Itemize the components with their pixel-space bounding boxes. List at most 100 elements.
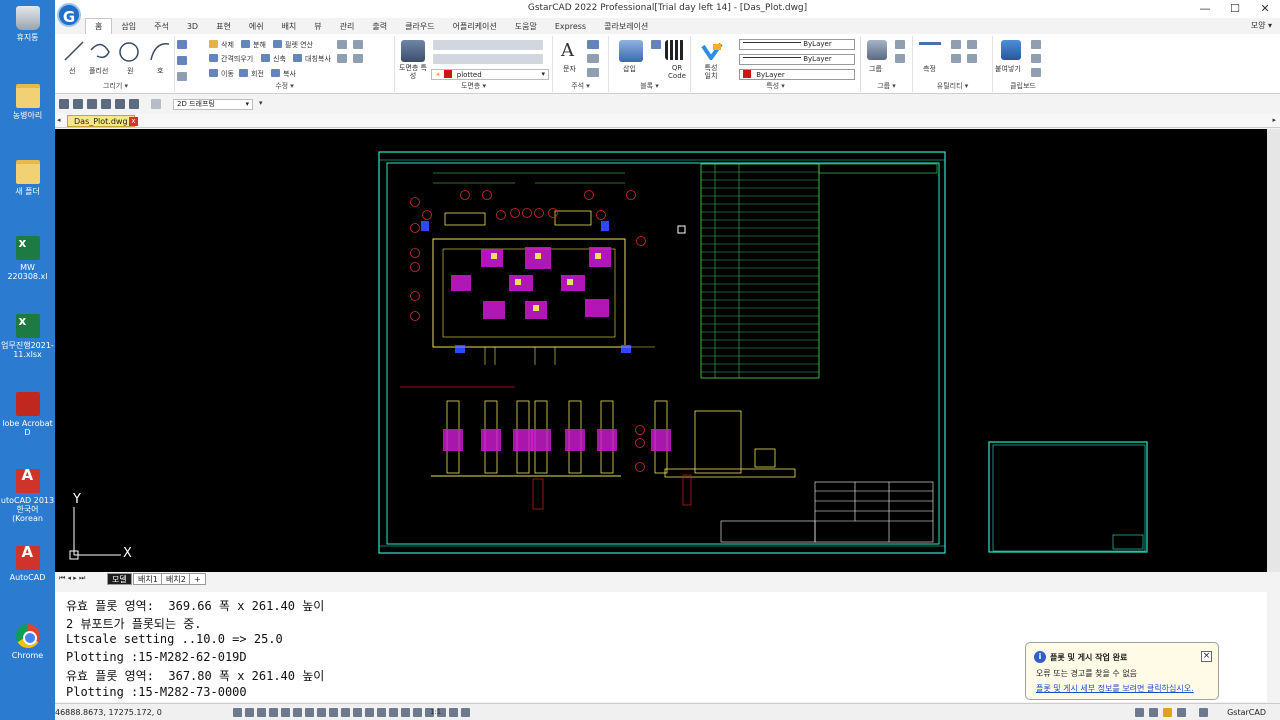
maximize-button[interactable]: ☐ xyxy=(1220,2,1250,16)
save-icon[interactable] xyxy=(87,99,97,109)
tab-4[interactable]: 표현 xyxy=(207,19,240,35)
qr-code-button[interactable]: QR Code xyxy=(665,64,689,80)
desktop-icon-folder-2[interactable]: 새 폴더 xyxy=(0,160,55,196)
lock-icon[interactable] xyxy=(1149,708,1158,717)
layer-select[interactable]: ☀ plotted ▾ xyxy=(431,69,549,80)
vertical-scrollbar[interactable] xyxy=(1267,129,1280,572)
annotation-panel-label[interactable]: 주석 ▾ xyxy=(553,81,608,91)
move-button[interactable]: 이동 xyxy=(221,69,234,79)
settings-icon[interactable] xyxy=(1135,708,1144,717)
groups-panel-label[interactable]: 그룹 ▾ xyxy=(861,81,912,91)
match-properties-button[interactable]: 특성 일치 xyxy=(701,64,721,80)
tab-scroll-left-icon[interactable]: ◂ xyxy=(57,116,61,124)
drafting-toggle-icon[interactable] xyxy=(305,708,314,717)
layout-nav-icon[interactable]: ⏮ ◂ ▸ ⏭ xyxy=(59,574,85,583)
document-tab[interactable]: Das_Plot.dwg xyxy=(67,115,135,127)
utilities-panel-label[interactable]: 유틸리티 ▾ xyxy=(913,81,992,91)
measure-button[interactable]: 측정 xyxy=(923,64,936,74)
drafting-toggle-icon[interactable] xyxy=(461,708,470,717)
close-notification-button[interactable]: × xyxy=(1201,651,1212,662)
offset-button[interactable]: 간격띄우기 xyxy=(221,54,253,64)
layers-panel-label[interactable]: 도면층 ▾ xyxy=(395,81,552,91)
undo-icon[interactable] xyxy=(129,99,139,109)
drafting-toggle-icon[interactable] xyxy=(269,708,278,717)
customize-qat-icon[interactable]: ▾ xyxy=(259,99,263,107)
save-as-icon[interactable] xyxy=(101,99,111,109)
tab-14[interactable]: 콜라보레이션 xyxy=(595,19,657,35)
drafting-toggle-icon[interactable] xyxy=(233,708,242,717)
drawing-canvas[interactable]: Y X xyxy=(55,129,1267,572)
notification-icon[interactable] xyxy=(1177,708,1186,717)
desktop-icon-recycle-bin[interactable]: 휴지통 xyxy=(0,6,55,42)
drafting-toggle-icon[interactable] xyxy=(281,708,290,717)
fillet-button[interactable]: 필렛 연산 xyxy=(285,40,313,50)
draw-panel-label[interactable]: 그리기 ▾ xyxy=(57,81,174,91)
explode-button[interactable]: 분해 xyxy=(253,40,266,50)
tab-10[interactable]: 클라우드 xyxy=(396,19,443,35)
polyline-button[interactable]: 폴리선 xyxy=(89,66,108,76)
mirror-button[interactable]: 대칭복사 xyxy=(305,54,331,64)
minimize-button[interactable]: — xyxy=(1190,2,1220,16)
drafting-toggle-icon[interactable] xyxy=(413,708,422,717)
tab-add-layout[interactable]: + xyxy=(189,573,206,585)
tab-layout1[interactable]: 배치1 xyxy=(133,573,163,585)
arc-button[interactable]: 호 xyxy=(157,66,163,76)
lineweight-select[interactable]: ByLayer xyxy=(739,69,855,80)
tab-6[interactable]: 배치 xyxy=(273,19,306,35)
drafting-toggle-icon[interactable] xyxy=(449,708,458,717)
drafting-toggle-icon[interactable] xyxy=(257,708,266,717)
tab-layout2[interactable]: 배치2 xyxy=(161,573,191,585)
tab-7[interactable]: 뷰 xyxy=(305,19,330,35)
erase-button[interactable]: 삭제 xyxy=(221,40,234,50)
drafting-toggle-icon[interactable] xyxy=(389,708,398,717)
appearance-menu[interactable]: 모양 ▾ xyxy=(1251,20,1272,31)
desktop-icon-excel-1[interactable]: MW 220308.xl xyxy=(0,236,55,281)
drafting-toggle-icon[interactable] xyxy=(293,708,302,717)
tab-model[interactable]: 모델 xyxy=(107,573,132,585)
stretch-button[interactable]: 신축 xyxy=(273,54,286,64)
desktop-icon-autocad[interactable]: AutoCAD xyxy=(0,546,55,582)
color-select[interactable]: ByLayer xyxy=(739,39,855,50)
circle-button[interactable]: 원 xyxy=(127,66,133,76)
drafting-toggle-icon[interactable] xyxy=(377,708,386,717)
print-icon[interactable] xyxy=(115,99,125,109)
tab-0[interactable]: 홈 xyxy=(85,18,113,34)
modify-panel-label[interactable]: 수정 ▾ xyxy=(175,81,394,91)
tab-5[interactable]: 에쉬 xyxy=(240,19,273,35)
tab-11[interactable]: 어플리케이션 xyxy=(444,19,506,35)
redo-icon[interactable] xyxy=(151,99,161,109)
tab-8[interactable]: 관리 xyxy=(331,19,364,35)
properties-panel-label[interactable]: 특성 ▾ xyxy=(691,81,860,91)
new-file-icon[interactable] xyxy=(59,99,69,109)
drafting-toggle-icon[interactable] xyxy=(365,708,374,717)
line-button[interactable]: 선 xyxy=(69,66,75,76)
drafting-toggle-icon[interactable] xyxy=(401,708,410,717)
linetype-select[interactable]: ByLayer xyxy=(739,54,855,65)
close-document-icon[interactable]: x xyxy=(129,117,138,126)
clipboard-panel-label[interactable]: 클립보드 xyxy=(993,81,1053,91)
app-menu-button[interactable]: G xyxy=(57,3,81,27)
workspace-select[interactable]: 2D 드래프팅 ▾ xyxy=(173,99,253,110)
tab-3[interactable]: 3D xyxy=(178,19,207,35)
drafting-toggle-icon[interactable] xyxy=(317,708,326,717)
notification-details-link[interactable]: 플롯 및 게시 세부 정보를 보려면 클릭하십시오. xyxy=(1036,683,1194,694)
close-button[interactable]: ✕ xyxy=(1250,2,1280,16)
drafting-toggle-icon[interactable] xyxy=(353,708,362,717)
tab-scroll-right-icon[interactable]: ▸ xyxy=(1272,116,1276,124)
tab-1[interactable]: 삽입 xyxy=(112,19,145,35)
desktop-icon-acrobat[interactable]: lobe Acrobat D xyxy=(0,392,55,437)
annotation-scale[interactable]: 1:1 xyxy=(430,708,441,716)
drafting-toggle-icon[interactable] xyxy=(245,708,254,717)
desktop-icon-excel-2[interactable]: 업무진행2021-11.xlsx xyxy=(0,314,55,359)
tab-12[interactable]: 도움말 xyxy=(506,19,546,35)
desktop-icon-chrome[interactable]: Chrome xyxy=(0,624,55,660)
insert-button[interactable]: 삽입 xyxy=(623,64,636,74)
tab-13[interactable]: Express xyxy=(546,19,595,35)
open-file-icon[interactable] xyxy=(73,99,83,109)
desktop-icon-folder-1[interactable]: 농병아리 xyxy=(0,84,55,120)
desktop-icon-autocad-2013[interactable]: utoCAD 2013 한국어 (Korean xyxy=(0,469,55,523)
paste-button[interactable]: 붙여넣기 xyxy=(995,64,1021,74)
block-panel-label[interactable]: 블록 ▾ xyxy=(609,81,690,91)
lightbulb-icon[interactable] xyxy=(1163,708,1172,717)
drafting-toggle-icon[interactable] xyxy=(341,708,350,717)
